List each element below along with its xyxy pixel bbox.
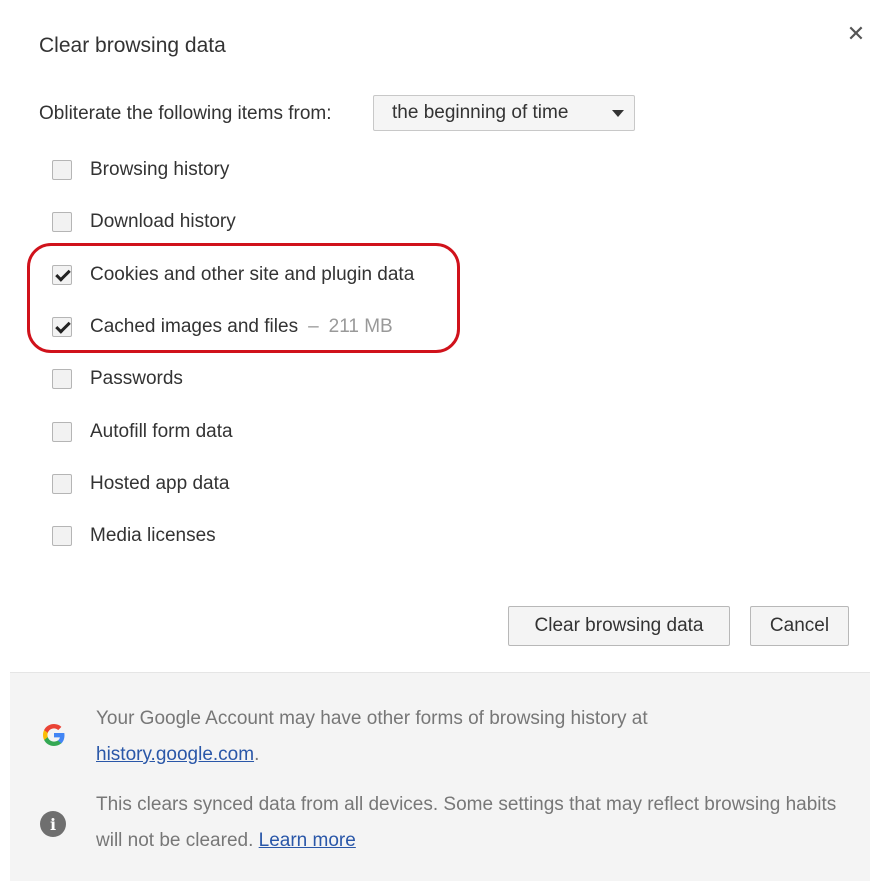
close-icon[interactable]: ✕: [842, 20, 870, 48]
footer-notes: Your Google Account may have other forms…: [10, 672, 870, 881]
dialog-title: Clear browsing data: [39, 34, 226, 57]
time-range-select[interactable]: the beginning of time: [373, 95, 635, 131]
google-g-icon: [40, 721, 68, 749]
checkbox-cached-images[interactable]: [52, 317, 72, 337]
option-media-licenses[interactable]: Media licenses: [52, 516, 216, 556]
info-icon: i: [40, 811, 68, 839]
time-range-label: Obliterate the following items from:: [39, 103, 332, 124]
learn-more-link[interactable]: Learn more: [259, 830, 356, 851]
option-passwords[interactable]: Passwords: [52, 359, 183, 399]
sync-note-text: This clears synced data from all devices…: [96, 787, 856, 859]
option-autofill[interactable]: Autofill form data: [52, 412, 233, 452]
dropdown-arrow-icon: [612, 110, 624, 117]
option-label: Passwords: [90, 368, 183, 389]
cache-size-value: 211 MB: [328, 316, 393, 337]
option-label: Cookies and other site and plugin data: [90, 264, 415, 285]
checkbox-autofill[interactable]: [52, 422, 72, 442]
option-label: Media licenses: [90, 525, 216, 546]
sync-note-body: This clears synced data from all devices…: [96, 794, 837, 851]
history-google-link[interactable]: history.google.com: [96, 744, 254, 765]
option-hosted-app-data[interactable]: Hosted app data: [52, 464, 229, 504]
time-range-selected-value: the beginning of time: [392, 102, 569, 123]
clear-browsing-data-dialog: Clear browsing data ✕ Obliterate the fol…: [0, 0, 870, 881]
google-note-text: Your Google Account may have other forms…: [96, 701, 856, 773]
time-range-row: Obliterate the following items from: the…: [39, 95, 635, 133]
option-label: Browsing history: [90, 159, 230, 180]
option-browsing-history[interactable]: Browsing history: [52, 150, 229, 190]
option-label: Download history: [90, 211, 236, 232]
option-download-history[interactable]: Download history: [52, 202, 236, 242]
checkbox-download-history[interactable]: [52, 212, 72, 232]
checkbox-cookies[interactable]: [52, 265, 72, 285]
option-separator: –: [308, 316, 319, 337]
checkbox-passwords[interactable]: [52, 369, 72, 389]
clear-browsing-data-button[interactable]: Clear browsing data: [508, 606, 730, 646]
google-note-suffix: .: [254, 744, 260, 765]
google-note-body: Your Google Account may have other forms…: [96, 708, 648, 729]
checkbox-browsing-history[interactable]: [52, 160, 72, 180]
checkbox-media-licenses[interactable]: [52, 526, 72, 546]
option-label: Hosted app data: [90, 473, 230, 494]
option-cookies[interactable]: Cookies and other site and plugin data: [52, 255, 414, 295]
option-label: Autofill form data: [90, 421, 233, 442]
option-cached-images[interactable]: Cached images and files – 211 MB: [52, 307, 393, 347]
option-label: Cached images and files: [90, 316, 299, 337]
cancel-button[interactable]: Cancel: [750, 606, 849, 646]
checkbox-hosted-app-data[interactable]: [52, 474, 72, 494]
